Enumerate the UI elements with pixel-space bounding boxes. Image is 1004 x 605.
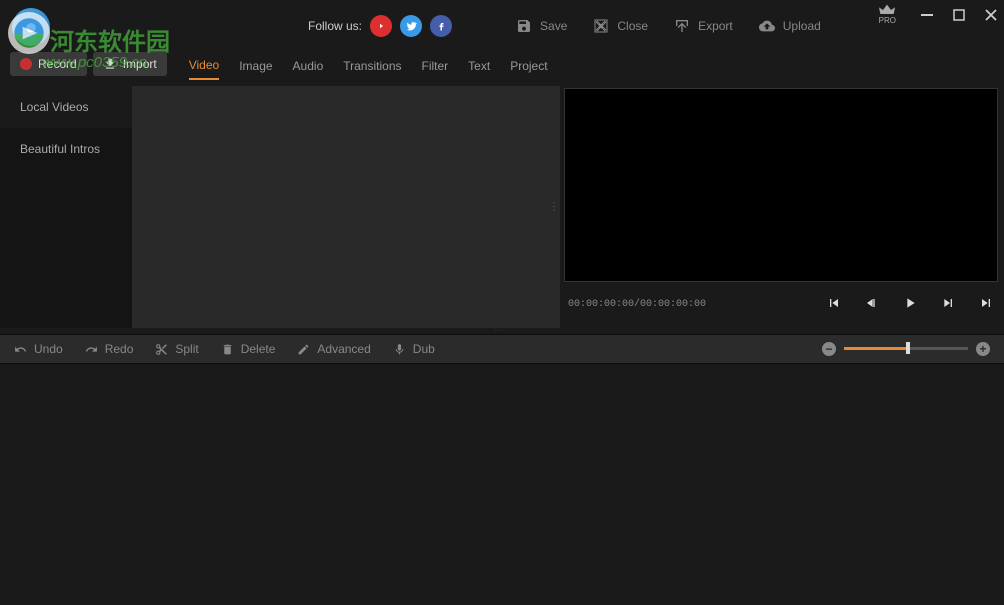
sidebar-item-beautiful-intros[interactable]: Beautiful Intros (0, 128, 132, 170)
sidebar-item-local-videos[interactable]: Local Videos (0, 86, 132, 128)
twitter-icon[interactable] (400, 15, 422, 37)
tab-audio[interactable]: Audio (293, 53, 324, 79)
app-logo: ● (12, 8, 50, 46)
close-window-button[interactable] (984, 8, 998, 22)
redo-button[interactable]: Redo (85, 342, 134, 356)
delete-icon (221, 343, 234, 356)
dub-icon (393, 343, 406, 356)
redo-icon (85, 343, 98, 356)
step-forward-button[interactable] (940, 295, 956, 314)
export-label: Export (698, 19, 733, 33)
dub-label: Dub (413, 342, 435, 356)
upload-icon (759, 18, 775, 34)
top-bar: ● Follow us: Save Close Export Upload (0, 0, 1004, 52)
timeline-area[interactable] (0, 364, 1004, 605)
follow-area: Follow us: (308, 15, 452, 37)
file-actions: Save Close Export Upload (516, 18, 821, 34)
minimize-icon (921, 9, 933, 21)
preview-controls: 00:00:00:00/00:00:00:00 (564, 282, 998, 326)
dub-button[interactable]: Dub (393, 342, 435, 356)
maximize-icon (953, 9, 965, 21)
skip-start-button[interactable] (826, 295, 842, 314)
redo-label: Redo (105, 342, 134, 356)
tab-project[interactable]: Project (510, 53, 547, 79)
tab-video[interactable]: Video (189, 52, 219, 80)
record-import-group: Record Import (0, 52, 177, 76)
youtube-icon[interactable] (370, 15, 392, 37)
zoom-handle[interactable] (906, 342, 910, 354)
main-area: Local Videos Beautiful Intros ⋮ 00:00:00… (0, 86, 1004, 328)
export-button[interactable]: Export (674, 18, 733, 34)
skip-start-icon (826, 295, 842, 311)
upload-label: Upload (783, 19, 821, 33)
tab-text[interactable]: Text (468, 53, 490, 79)
undo-button[interactable]: Undo (14, 342, 63, 356)
import-button[interactable]: Import (93, 52, 167, 76)
import-icon (103, 57, 117, 71)
delete-label: Delete (241, 342, 276, 356)
zoom-slider[interactable] (844, 347, 968, 351)
record-icon (20, 58, 32, 70)
pro-badge[interactable]: PRO (879, 4, 896, 25)
skip-end-button[interactable] (978, 295, 994, 314)
split-button[interactable]: Split (155, 342, 198, 356)
skip-end-icon (978, 295, 994, 311)
preview-pane: 00:00:00:00/00:00:00:00 (560, 86, 1004, 328)
delete-button[interactable]: Delete (221, 342, 276, 356)
follow-label: Follow us: (308, 19, 362, 33)
zoom-controls: − + (822, 342, 990, 356)
split-icon (155, 343, 168, 356)
step-forward-icon (940, 295, 956, 311)
step-back-button[interactable] (864, 295, 880, 314)
maximize-button[interactable] (952, 8, 966, 22)
preview-video (564, 88, 998, 282)
split-label: Split (175, 342, 198, 356)
zoom-in-button[interactable]: + (976, 342, 990, 356)
close-button[interactable]: Close (593, 18, 648, 34)
save-button[interactable]: Save (516, 18, 567, 34)
export-icon (674, 18, 690, 34)
import-label: Import (123, 57, 157, 71)
close-label: Close (617, 19, 648, 33)
record-label: Record (38, 57, 77, 71)
toolbar-row: Record Import Video Image Audio Transiti… (0, 52, 1004, 86)
sidebar: Local Videos Beautiful Intros (0, 86, 132, 328)
pro-label: PRO (879, 16, 896, 25)
media-tabs: Video Image Audio Transitions Filter Tex… (189, 52, 548, 80)
timecode: 00:00:00:00/00:00:00:00 (568, 299, 706, 310)
logo-icon: ● (12, 8, 50, 46)
window-controls: PRO (879, 4, 998, 25)
save-icon (516, 18, 532, 34)
upload-button[interactable]: Upload (759, 18, 821, 34)
play-icon (902, 295, 918, 311)
resize-handle[interactable]: ⋮ (549, 202, 558, 213)
advanced-button[interactable]: Advanced (297, 342, 370, 356)
undo-label: Undo (34, 342, 63, 356)
advanced-label: Advanced (317, 342, 370, 356)
media-content-area: ⋮ (132, 86, 560, 328)
zoom-out-button[interactable]: − (822, 342, 836, 356)
facebook-icon[interactable] (430, 15, 452, 37)
crown-icon (879, 4, 895, 16)
minimize-button[interactable] (920, 8, 934, 22)
advanced-icon (297, 343, 310, 356)
step-back-icon (864, 295, 880, 311)
edit-toolbar: Undo Redo Split Delete Advanced Dub − + (0, 334, 1004, 364)
close-icon (985, 9, 997, 21)
play-button[interactable] (902, 295, 918, 314)
tab-image[interactable]: Image (239, 53, 272, 79)
zoom-fill (844, 347, 906, 350)
save-label: Save (540, 19, 567, 33)
record-button[interactable]: Record (10, 52, 87, 76)
tab-filter[interactable]: Filter (422, 53, 449, 79)
tab-transitions[interactable]: Transitions (343, 53, 401, 79)
close-doc-icon (593, 18, 609, 34)
undo-icon (14, 343, 27, 356)
